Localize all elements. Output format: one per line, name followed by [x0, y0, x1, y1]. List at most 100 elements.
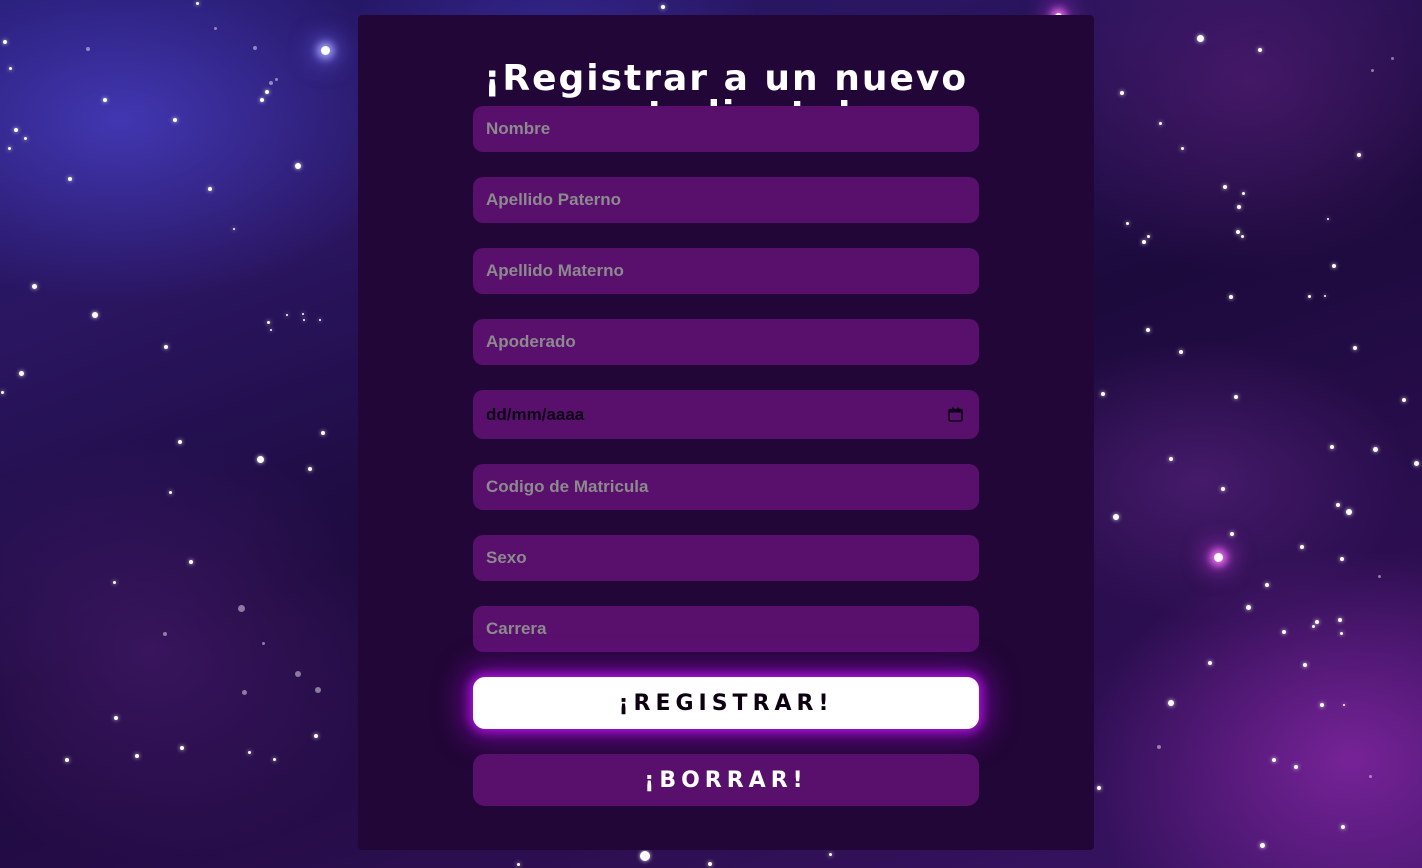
star: [180, 746, 184, 750]
star: [1272, 758, 1276, 762]
star: [173, 118, 177, 122]
register-button[interactable]: ¡REGISTRAR!: [473, 677, 979, 729]
star: [1368, 774, 1372, 778]
codigo-matricula-input[interactable]: [473, 464, 979, 510]
star: [1282, 630, 1286, 634]
star: [189, 560, 193, 564]
star: [828, 852, 832, 856]
star: [303, 319, 305, 321]
star: [319, 319, 321, 321]
star: [1340, 557, 1344, 561]
star: [1303, 663, 1307, 667]
star: [86, 47, 90, 51]
star: [1120, 91, 1124, 95]
apellido-materno-input[interactable]: [473, 248, 979, 294]
star: [1101, 392, 1105, 396]
star: [1402, 398, 1406, 402]
star: [114, 716, 118, 720]
star: [308, 467, 312, 471]
star: [1377, 574, 1381, 578]
star: [1320, 703, 1324, 707]
star: [302, 313, 304, 315]
star: [265, 90, 269, 94]
star: [1234, 395, 1238, 399]
star: [320, 45, 330, 55]
apoderado-input[interactable]: [473, 319, 979, 365]
star: [1346, 509, 1352, 515]
star: [164, 345, 168, 349]
nombre-input[interactable]: [473, 106, 979, 152]
star: [1237, 205, 1241, 209]
star: [178, 440, 182, 444]
star: [163, 632, 167, 636]
star: [208, 187, 212, 191]
star: [1315, 620, 1319, 624]
star: [1259, 842, 1265, 848]
sexo-input[interactable]: [473, 535, 979, 581]
star: [272, 757, 276, 761]
star: [1223, 185, 1227, 189]
star: [112, 580, 116, 584]
star: [1353, 346, 1357, 350]
star: [1265, 583, 1269, 587]
star: [8, 66, 12, 70]
star: [3, 40, 7, 44]
star: [1336, 503, 1340, 507]
star: [1213, 552, 1223, 562]
star: [661, 5, 665, 9]
star: [1113, 514, 1119, 520]
star: [261, 641, 265, 645]
star: [1338, 618, 1342, 622]
star: [295, 671, 301, 677]
star: [1146, 328, 1150, 332]
star: [1180, 146, 1184, 150]
star: [241, 689, 247, 695]
star: [1241, 191, 1245, 195]
star: [256, 455, 264, 463]
star: [260, 98, 264, 102]
star: [14, 128, 18, 132]
star: [1339, 631, 1343, 635]
star: [1372, 446, 1378, 452]
carrera-input[interactable]: [473, 606, 979, 652]
star: [1341, 825, 1345, 829]
date-input[interactable]: dd/mm/aaaa: [473, 390, 979, 439]
star: [7, 146, 11, 150]
star: [68, 177, 72, 181]
star: [1332, 264, 1336, 268]
star: [135, 754, 139, 758]
star: [1300, 545, 1304, 549]
star: [92, 312, 98, 318]
star: [1390, 56, 1394, 60]
star: [1196, 34, 1204, 42]
star: [0, 390, 4, 394]
star: [1097, 786, 1101, 790]
apellido-paterno-input[interactable]: [473, 177, 979, 223]
calendar-icon[interactable]: [948, 407, 963, 422]
star: [233, 228, 235, 230]
star: [266, 320, 270, 324]
star: [1330, 445, 1334, 449]
date-format-text: dd/mm/aaaa: [486, 404, 585, 424]
star: [1169, 457, 1173, 461]
star: [1327, 218, 1329, 220]
star: [1357, 153, 1361, 157]
star: [315, 687, 321, 693]
star: [65, 758, 69, 762]
star: [247, 750, 251, 754]
star: [195, 1, 199, 5]
star: [31, 283, 37, 289]
star: [237, 604, 245, 612]
star: [168, 490, 172, 494]
star: [269, 81, 273, 85]
star: [1179, 350, 1183, 354]
star: [270, 329, 272, 331]
star: [1294, 765, 1298, 769]
star: [274, 77, 278, 81]
star: [18, 370, 24, 376]
star: [1157, 745, 1161, 749]
clear-button[interactable]: ¡BORRAR!: [473, 754, 979, 806]
star: [23, 136, 27, 140]
star: [1230, 532, 1234, 536]
star: [1370, 68, 1374, 72]
